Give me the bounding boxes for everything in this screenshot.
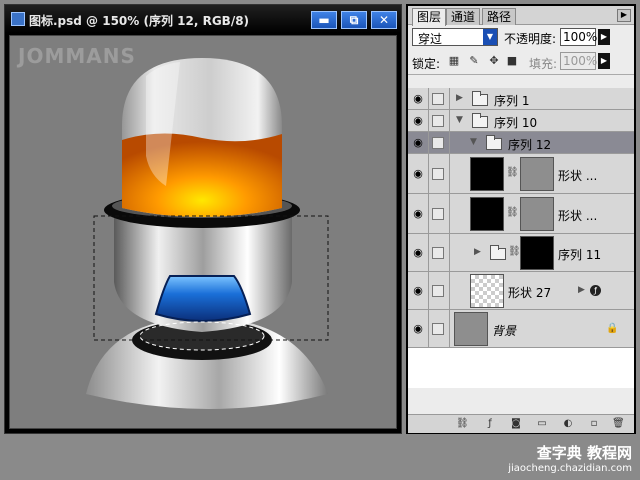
close-button[interactable]: ✕ (371, 11, 397, 29)
lock-icon: 🔒 (606, 323, 619, 334)
layer-name: 序列 12 (508, 138, 552, 152)
layer-row-group-1[interactable]: ◉ ▶ 序列 1 (408, 88, 634, 110)
blend-mode-select[interactable]: 穿过 ▼ (412, 28, 498, 46)
layer-row-shape-a[interactable]: ◉ ⛓ 形状 ... (408, 154, 634, 194)
layer-row-shape-27[interactable]: ◉ 形状 27 ▶ ƒ (408, 272, 634, 310)
eye-icon[interactable]: ◉ (411, 285, 425, 296)
restore-button[interactable]: ⧉ (341, 11, 367, 29)
new-group-icon[interactable]: ▭ (536, 418, 548, 430)
layer-thumbnail (454, 312, 488, 346)
effects-expand-arrow-icon[interactable]: ▶ (578, 285, 585, 295)
vector-mask-thumbnail (520, 157, 554, 191)
site-watermark-url: jiaocheng.chazidian.com (508, 463, 632, 474)
adjustment-layer-icon[interactable]: ◐ (562, 418, 574, 430)
layer-name: 形状 ... (558, 209, 598, 223)
tab-paths[interactable]: 路径 (482, 8, 517, 25)
layer-row-group-11[interactable]: ◉ ▶ ⛓ 序列 11 (408, 234, 634, 272)
panel-tabs: 图层 通道 路径 ▶ (408, 6, 634, 26)
eye-icon[interactable]: ◉ (411, 93, 425, 104)
vector-mask-thumbnail (520, 197, 554, 231)
fill-field[interactable]: 100% (560, 52, 597, 70)
layer-name: 背景 (492, 324, 517, 338)
eye-icon[interactable]: ◉ (411, 137, 425, 148)
eye-icon[interactable]: ◉ (411, 323, 425, 334)
panel-menu-icon[interactable]: ▶ (617, 9, 631, 22)
lock-all-icon[interactable]: ■ (506, 55, 518, 67)
layers-panel: 图层 通道 路径 ▶ 穿过 ▼ 不透明度: 100% ▶ 锁定: ▦ ✎ ✥ ■… (406, 4, 636, 434)
photoshop-doc-icon (11, 12, 25, 26)
link-box[interactable] (432, 137, 444, 149)
link-box[interactable] (432, 168, 444, 180)
lock-image-icon[interactable]: ✎ (468, 55, 480, 67)
new-layer-icon[interactable]: ▫ (588, 418, 600, 430)
tab-channels[interactable]: 通道 (446, 8, 481, 25)
layer-thumbnail (470, 157, 504, 191)
site-watermark: 查字典 教程网 jiaocheng.chazidian.com (508, 442, 632, 474)
layer-name: 序列 10 (494, 116, 538, 130)
layer-row-group-10[interactable]: ◉ ▼ 序列 10 (408, 110, 634, 132)
folder-icon (472, 113, 488, 128)
opacity-field[interactable]: 100% (560, 28, 597, 46)
opacity-slider-arrow-icon[interactable]: ▶ (598, 29, 610, 45)
site-watermark-title: 查字典 教程网 (536, 444, 632, 462)
layers-list: ◉ ▶ 序列 1 ◉ ▼ 序列 10 ◉ ▼ 序列 12 ◉ ⛓ 形状 ... … (408, 88, 634, 388)
layer-name: 形状 ... (558, 169, 598, 183)
folder-icon (486, 135, 502, 150)
fill-label: 填充: (529, 57, 558, 71)
layer-mask-thumbnail (520, 236, 554, 270)
trash-icon[interactable]: 🗑 (612, 418, 625, 430)
layer-thumbnail (470, 197, 504, 231)
document-title: 图标.psd @ 150% (序列 12, RGB/8) (29, 14, 250, 28)
layer-effects-icon[interactable]: ƒ (590, 285, 601, 296)
chain-link-icon: ⛓ (506, 167, 519, 178)
add-mask-icon[interactable]: ◙ (510, 418, 522, 430)
layers-bottom-toolbar: ⛓ ƒ ◙ ▭ ◐ ▫ 🗑 (408, 414, 634, 433)
link-box[interactable] (432, 247, 444, 259)
layer-row-background[interactable]: ◉ 背景 🔒 (408, 310, 634, 348)
layer-row-shape-b[interactable]: ◉ ⛓ 形状 ... (408, 194, 634, 234)
eye-icon[interactable]: ◉ (411, 168, 425, 179)
layer-row-group-12[interactable]: ◉ ▼ 序列 12 (408, 132, 634, 154)
layer-name: 形状 27 (508, 286, 552, 300)
chevron-down-icon[interactable]: ▼ (483, 29, 497, 45)
canvas[interactable]: JOMMANS (9, 35, 397, 429)
collapse-arrow-icon[interactable]: ▼ (456, 115, 463, 125)
link-layers-icon[interactable]: ⛓ (456, 418, 469, 430)
expand-arrow-icon[interactable]: ▶ (474, 247, 481, 257)
tab-layers[interactable]: 图层 (412, 8, 447, 26)
layer-name: 序列 1 (494, 94, 530, 108)
expand-arrow-icon[interactable]: ▶ (456, 93, 463, 103)
lock-position-icon[interactable]: ✥ (488, 55, 500, 67)
chain-link-icon: ⛓ (508, 246, 521, 257)
link-box[interactable] (432, 115, 444, 127)
minimize-button[interactable]: ▬ (311, 11, 337, 29)
folder-icon (490, 245, 506, 260)
link-box[interactable] (432, 285, 444, 297)
eye-icon[interactable]: ◉ (411, 115, 425, 126)
fill-slider-arrow-icon[interactable]: ▶ (598, 53, 610, 69)
add-style-icon[interactable]: ƒ (484, 418, 496, 430)
link-box[interactable] (432, 208, 444, 220)
document-titlebar[interactable]: 图标.psd @ 150% (序列 12, RGB/8) ▬ ⧉ ✕ (5, 5, 401, 33)
eye-icon[interactable]: ◉ (411, 208, 425, 219)
collapse-arrow-icon[interactable]: ▼ (470, 137, 477, 147)
folder-icon (472, 91, 488, 106)
lock-label: 锁定: (412, 57, 441, 71)
opacity-label: 不透明度: (504, 32, 557, 46)
robot-icon-artwork (86, 58, 329, 409)
link-box[interactable] (432, 93, 444, 105)
layer-thumbnail (470, 274, 504, 308)
link-box[interactable] (432, 323, 444, 335)
chain-link-icon: ⛓ (506, 207, 519, 218)
layer-name: 序列 11 (558, 248, 602, 262)
document-window: 图标.psd @ 150% (序列 12, RGB/8) ▬ ⧉ ✕ JOMMA… (4, 4, 402, 434)
lock-transparency-icon[interactable]: ▦ (448, 55, 460, 67)
eye-icon[interactable]: ◉ (411, 247, 425, 258)
blend-mode-value: 穿过 (418, 32, 443, 46)
